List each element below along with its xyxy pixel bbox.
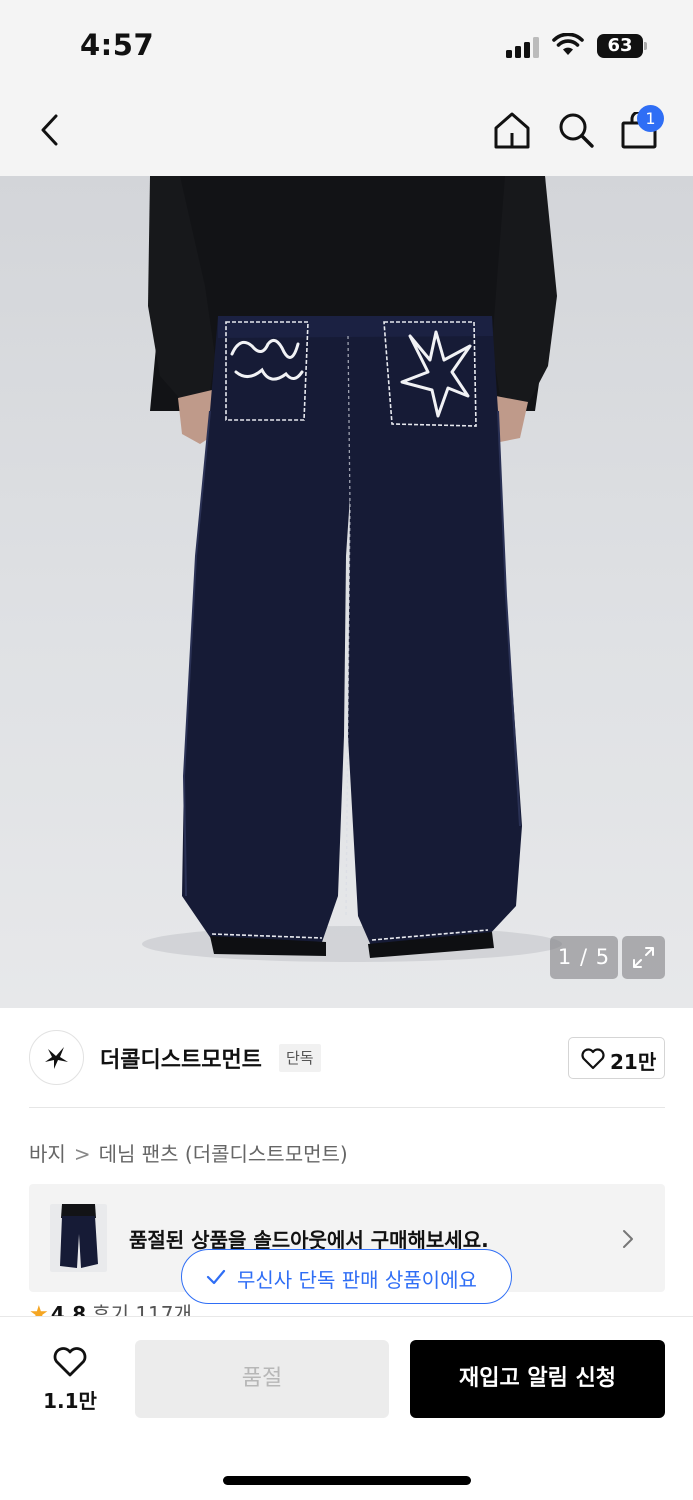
expand-icon [633, 947, 654, 968]
brand-star-logo-icon [45, 1047, 68, 1069]
divider [29, 1107, 665, 1108]
brand-like-button[interactable]: 21만 [568, 1037, 665, 1079]
product-photo-illustration [142, 176, 562, 962]
check-icon [206, 1269, 226, 1285]
exclusive-tag: 단독 [279, 1044, 321, 1072]
cart-badge: 1 [637, 105, 664, 132]
brand-logo[interactable] [29, 1030, 84, 1085]
product-image[interactable] [0, 176, 693, 1008]
home-icon[interactable] [492, 110, 532, 150]
breadcrumb-item-pants[interactable]: 바지 [29, 1138, 66, 1167]
nav-header [0, 88, 693, 176]
back-chevron-icon[interactable] [38, 112, 62, 148]
brand-like-count: 21만 [610, 1050, 657, 1074]
expand-button[interactable] [622, 936, 665, 979]
home-indicator [223, 1476, 471, 1485]
status-time: 4:57 [80, 28, 155, 62]
status-bar: 4:57 63 [0, 0, 693, 88]
image-counter: 1 / 5 [550, 936, 618, 979]
signal-icon [506, 36, 542, 58]
search-icon[interactable] [556, 110, 596, 150]
heart-outline-icon [581, 1048, 605, 1070]
brand-name[interactable]: 더콜디스트모먼트 [100, 1042, 262, 1074]
breadcrumb-separator: > [73, 1142, 91, 1166]
wish-count: 1.1만 [43, 1389, 97, 1413]
soldout-button[interactable]: 품절 [135, 1340, 389, 1418]
wifi-icon [552, 33, 584, 55]
restock-alert-button[interactable]: 재입고 알림 신청 [410, 1340, 665, 1418]
chevron-right-icon [623, 1230, 633, 1248]
battery-icon: 63 [597, 34, 643, 58]
breadcrumb: 바지 > 데님 팬츠 (더콜디스트모먼트) [29, 1138, 348, 1167]
battery-tip [644, 42, 647, 50]
wish-heart-icon[interactable] [52, 1346, 88, 1378]
breadcrumb-item-denim[interactable]: 데님 팬츠 (더콜디스트모먼트) [99, 1138, 348, 1167]
exclusive-toast: 무신사 단독 판매 상품이에요 [181, 1249, 512, 1304]
toast-text: 무신사 단독 판매 상품이에요 [237, 1268, 477, 1292]
banner-thumbnail [50, 1204, 107, 1272]
